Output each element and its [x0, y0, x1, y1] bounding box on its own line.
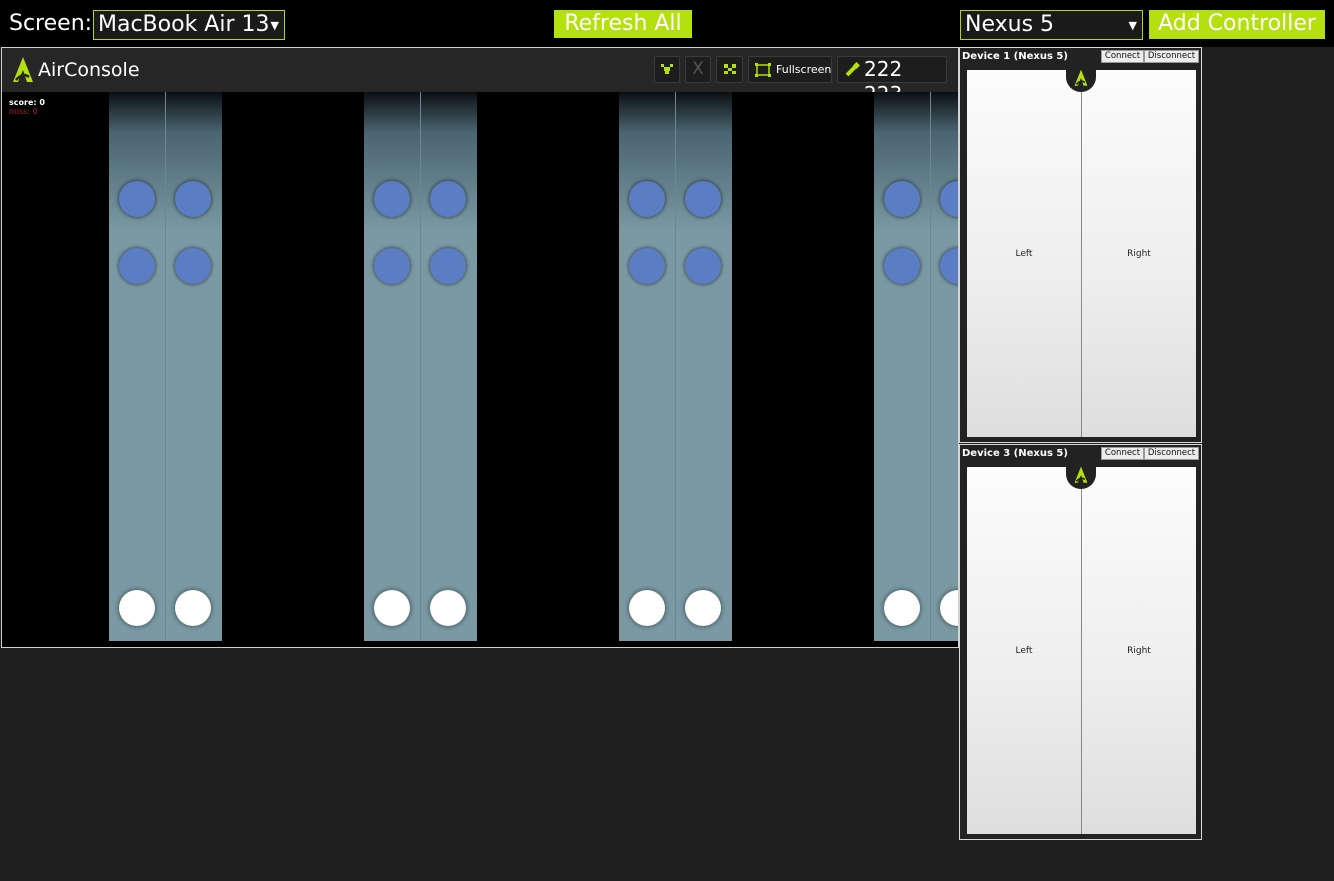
note: [175, 181, 211, 217]
note: [374, 181, 410, 217]
controller-screen: Left Right: [967, 463, 1196, 834]
right-button[interactable]: Right: [1082, 70, 1196, 437]
hit-target: [119, 590, 155, 626]
screen-select[interactable]: MacBook Air 13 ▼: [93, 10, 285, 40]
note: [629, 248, 665, 284]
controller-title: Device 3 (Nexus 5): [962, 448, 1068, 459]
note: [884, 248, 920, 284]
controller-button[interactable]: [654, 56, 680, 83]
device-select[interactable]: Nexus 5 ▼: [960, 10, 1143, 40]
top-toolbar: Screen: MacBook Air 13 ▼ Refresh All Nex…: [0, 0, 1334, 47]
connect-code-button[interactable]: 222 223: [837, 56, 947, 106]
note: [119, 248, 155, 284]
left-button[interactable]: Left: [967, 70, 1082, 437]
controller-title: Device 1 (Nexus 5): [962, 51, 1068, 62]
close-icon: X: [692, 59, 704, 79]
share-button[interactable]: [716, 56, 743, 83]
lane-group: [874, 92, 958, 641]
close-button[interactable]: X: [685, 56, 711, 83]
connect-button[interactable]: Connect: [1101, 50, 1144, 63]
lane-divider: [420, 92, 421, 641]
connect-button[interactable]: Connect: [1101, 447, 1144, 460]
right-button[interactable]: Right: [1082, 467, 1196, 834]
caret-down-icon: ▼: [270, 19, 279, 32]
hit-target: [884, 590, 920, 626]
note: [430, 248, 466, 284]
add-controller-button[interactable]: Add Controller: [1149, 10, 1325, 39]
lane-group: [364, 92, 477, 641]
disconnect-button[interactable]: Disconnect: [1144, 50, 1199, 63]
lane-divider: [675, 92, 676, 641]
hit-target: [685, 590, 721, 626]
airconsole-header: AirConsole X Fullscreen 222: [2, 48, 958, 106]
left-label: Left: [1015, 249, 1033, 259]
lane-group: [619, 92, 732, 641]
screen-frame: AirConsole X Fullscreen 222 score: 0 mis…: [1, 47, 959, 648]
game-canvas[interactable]: score: 0 miss: 0: [2, 92, 958, 647]
controller-screen: Left Right: [967, 66, 1196, 437]
note: [119, 181, 155, 217]
screen-label: Screen:: [9, 11, 93, 36]
right-label: Right: [1127, 249, 1151, 259]
miss-text: miss: 0: [9, 107, 38, 116]
hit-target: [629, 590, 665, 626]
hit-target: [374, 590, 410, 626]
hit-target: [940, 590, 958, 626]
airconsole-logo-icon: [12, 56, 34, 88]
note: [685, 181, 721, 217]
lane-group: [109, 92, 222, 641]
note: [884, 181, 920, 217]
note: [175, 248, 211, 284]
controller-icon: [660, 64, 674, 79]
screen-select-value: MacBook Air 13: [98, 12, 270, 37]
left-button[interactable]: Left: [967, 467, 1082, 834]
note: [685, 248, 721, 284]
note: [430, 181, 466, 217]
controller-device-1: Device 1 (Nexus 5) Connect Disconnect Le…: [959, 47, 1202, 443]
right-label: Right: [1127, 646, 1151, 656]
left-label: Left: [1015, 646, 1033, 656]
lane-divider: [165, 92, 166, 641]
share-icon: [723, 64, 737, 79]
note: [629, 181, 665, 217]
fullscreen-label: Fullscreen: [776, 63, 832, 76]
refresh-all-button[interactable]: Refresh All: [554, 10, 692, 38]
controller-device-3: Device 3 (Nexus 5) Connect Disconnect Le…: [959, 444, 1202, 840]
airconsole-title: AirConsole: [38, 59, 140, 81]
disconnect-button[interactable]: Disconnect: [1144, 447, 1199, 460]
hit-target: [175, 590, 211, 626]
lane-divider: [930, 92, 931, 641]
fullscreen-button[interactable]: Fullscreen: [748, 56, 832, 83]
device-select-value: Nexus 5: [965, 12, 1055, 37]
score-text: score: 0: [9, 98, 45, 107]
note: [940, 248, 958, 284]
note: [374, 248, 410, 284]
note: [940, 181, 958, 217]
hit-target: [430, 590, 466, 626]
caret-down-icon: ▼: [1128, 19, 1137, 32]
